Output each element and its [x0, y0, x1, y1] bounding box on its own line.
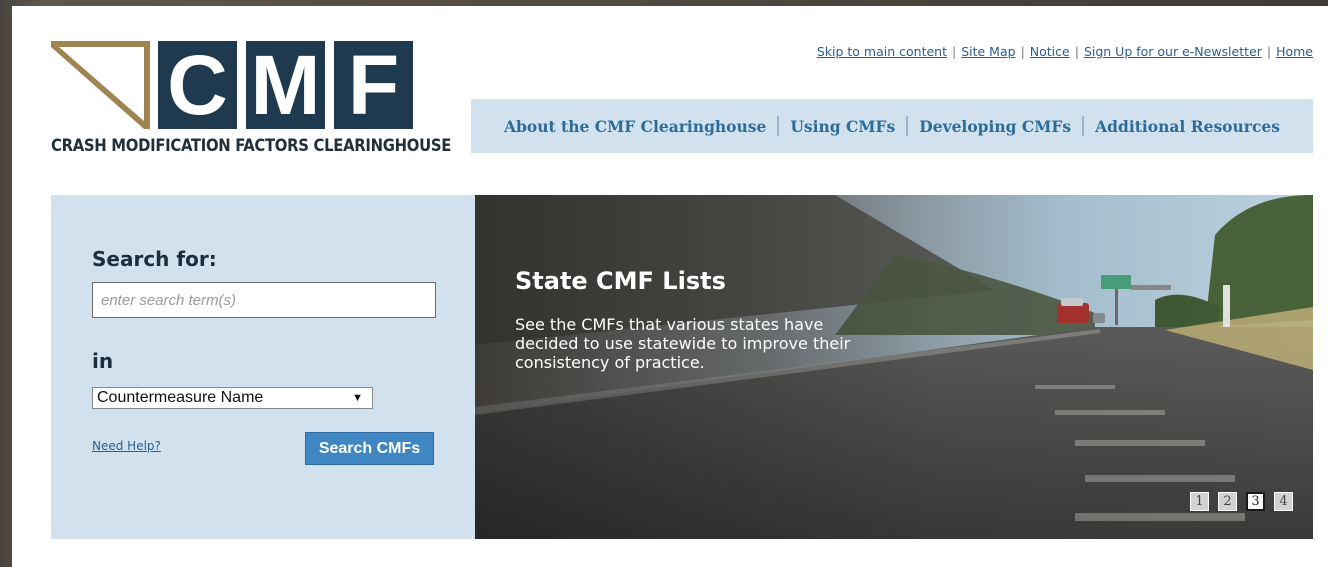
slide-page-2[interactable]: 2: [1218, 492, 1237, 511]
slide-pager: 1 2 3 4: [1190, 492, 1293, 511]
nav-divider: [777, 116, 780, 136]
nav-developing-cmfs[interactable]: Developing CMFs: [919, 117, 1071, 136]
logo-letter-m: M: [246, 41, 325, 129]
search-input[interactable]: [92, 282, 436, 318]
cmf-logo[interactable]: C M F CRASH MODIFICATION FACTORS CLEARIN…: [51, 41, 452, 161]
logo-letter-c: C: [158, 41, 237, 129]
nav-using-cmfs[interactable]: Using CMFs: [790, 117, 895, 136]
link-separator: |: [1020, 44, 1025, 59]
logo-letter-f: F: [334, 41, 413, 129]
search-field-selected-value: Countermeasure Name: [97, 389, 264, 406]
need-help-link[interactable]: Need Help?: [92, 439, 161, 453]
nav-divider: [906, 116, 909, 136]
page-frame: C M F CRASH MODIFICATION FACTORS CLEARIN…: [12, 6, 1328, 567]
home-link[interactable]: Home: [1276, 44, 1313, 59]
link-separator: |: [951, 44, 957, 59]
site-map-link[interactable]: Site Map: [961, 44, 1015, 59]
link-separator: |: [1266, 44, 1272, 59]
utility-links: Skip to main content | Site Map | Notice | Sig…: [817, 44, 1313, 59]
search-heading: Search for:: [92, 247, 217, 271]
nav-divider: [1082, 116, 1085, 136]
search-panel: Search for: in Countermeasure Name ▼ Nee…: [51, 195, 475, 539]
nav-additional-resources[interactable]: Additional Resources: [1095, 117, 1280, 136]
search-in-label: in: [92, 349, 114, 373]
link-separator: |: [1074, 44, 1079, 59]
nav-about[interactable]: About the CMF Clearinghouse: [504, 117, 766, 136]
search-field-select[interactable]: Countermeasure Name ▼: [92, 387, 373, 409]
logo-tagline: CRASH MODIFICATION FACTORS CLEARINGHOUSE: [51, 136, 452, 155]
slide-page-3[interactable]: 3: [1246, 492, 1265, 511]
slide-page-1[interactable]: 1: [1190, 492, 1209, 511]
notice-link[interactable]: Notice: [1030, 44, 1070, 59]
search-cmfs-button[interactable]: Search CMFs: [305, 432, 434, 465]
dropdown-arrow-icon: ▼: [352, 392, 363, 404]
main-nav: About the CMF Clearinghouse Using CMFs D…: [471, 99, 1313, 153]
hero-description: See the CMFs that various states have de…: [515, 315, 851, 372]
slide-page-4[interactable]: 4: [1274, 492, 1293, 511]
newsletter-signup-link[interactable]: Sign Up for our e-Newsletter: [1084, 44, 1262, 59]
hero-slideshow: State CMF Lists See the CMFs that variou…: [475, 195, 1313, 539]
skip-to-main-link[interactable]: Skip to main content: [817, 44, 947, 59]
hero-title: State CMF Lists: [515, 267, 726, 295]
logo-wedge-icon: [51, 41, 150, 129]
